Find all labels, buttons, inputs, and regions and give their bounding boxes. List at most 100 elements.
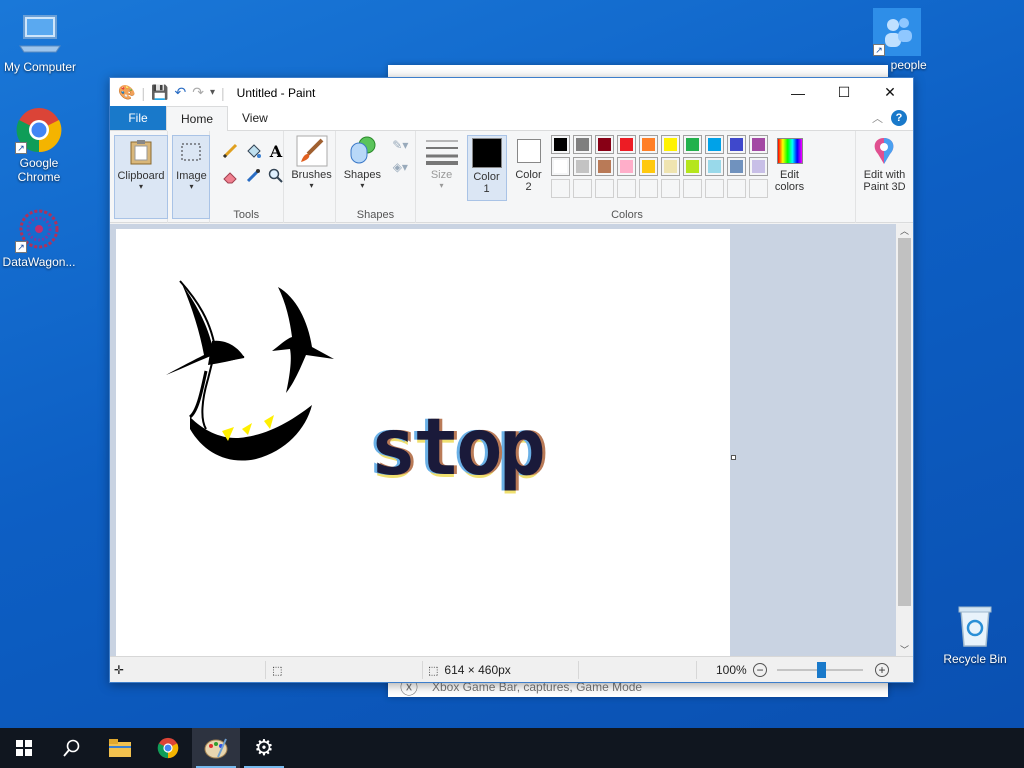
size-button[interactable]: Size ▾ bbox=[422, 135, 462, 201]
settings-icon[interactable]: ⚙ bbox=[240, 728, 288, 768]
zoom-text: 100% bbox=[716, 663, 747, 677]
close-button[interactable]: ✕ bbox=[867, 78, 913, 107]
title-bar[interactable]: 🎨 | 💾 ↶ ↷ ▾ | Untitled - Paint — ☐ ✕ bbox=[110, 78, 913, 107]
palette-custom-slot[interactable] bbox=[660, 179, 680, 198]
palette-swatch[interactable] bbox=[550, 135, 570, 154]
palette-swatch[interactable] bbox=[660, 135, 680, 154]
brushes-button[interactable]: Brushes ▾ bbox=[288, 135, 336, 201]
palette-swatch[interactable] bbox=[748, 157, 768, 176]
undo-icon[interactable]: ↶ bbox=[175, 84, 187, 101]
color-picker-icon[interactable] bbox=[243, 166, 263, 186]
image-select-button[interactable]: Image ▾ bbox=[172, 135, 211, 219]
palette-swatch[interactable] bbox=[550, 157, 570, 176]
tab-file[interactable]: File bbox=[110, 106, 166, 130]
palette-custom-slot[interactable] bbox=[726, 179, 746, 198]
fill-icon[interactable]: ◈▾ bbox=[386, 157, 414, 177]
palette-custom-slot[interactable] bbox=[682, 179, 702, 198]
canvas-resize-handle[interactable] bbox=[731, 455, 736, 460]
divider bbox=[265, 661, 266, 679]
desktop-icon-people[interactable]: ↗ ... people bbox=[857, 8, 937, 72]
scroll-up-icon[interactable]: ︿ bbox=[896, 224, 913, 238]
paint-window[interactable]: 🎨 | 💾 ↶ ↷ ▾ | Untitled - Paint — ☐ ✕ Fil… bbox=[109, 77, 914, 683]
palette-swatch[interactable] bbox=[638, 135, 658, 154]
palette-custom-slot[interactable] bbox=[550, 179, 570, 198]
palette-custom-slot[interactable] bbox=[594, 179, 614, 198]
palette-swatch[interactable] bbox=[572, 135, 592, 154]
palette-custom-slot[interactable] bbox=[638, 179, 658, 198]
palette-swatch[interactable] bbox=[726, 135, 746, 154]
palette-swatch[interactable] bbox=[660, 157, 680, 176]
zoom-in-button[interactable]: + bbox=[875, 657, 889, 683]
palette-swatch[interactable] bbox=[726, 157, 746, 176]
group-paint3d: Edit with Paint 3D bbox=[856, 131, 913, 223]
paint-app-icon[interactable]: 🎨 bbox=[118, 84, 135, 101]
palette-swatch[interactable] bbox=[704, 135, 724, 154]
edit-colors-button[interactable]: Edit colors bbox=[769, 135, 811, 201]
shapes-button[interactable]: Shapes ▾ bbox=[340, 135, 384, 201]
selection-size-icon: ⬚ bbox=[272, 664, 283, 677]
palette-custom-slot[interactable] bbox=[704, 179, 724, 198]
chrome-icon[interactable] bbox=[144, 728, 192, 768]
chevron-down-icon: ▾ bbox=[309, 181, 314, 190]
vertical-scrollbar[interactable]: ︿ ﹀ bbox=[896, 224, 913, 657]
edit-colors-label: Edit colors bbox=[774, 169, 805, 193]
desktop-icon-label: DataWagon... bbox=[2, 255, 76, 269]
color2-swatch-fill bbox=[516, 139, 541, 163]
redo-icon[interactable]: ↷ bbox=[192, 84, 204, 101]
ribbon-tabs: File Home View ︿ ? bbox=[110, 106, 913, 131]
palette-swatch[interactable] bbox=[616, 157, 636, 176]
group-clipboard: Clipboard ▾ bbox=[110, 131, 169, 223]
group-brushes: Brushes ▾ bbox=[284, 131, 337, 223]
customize-qa-chevron-icon[interactable]: ▾ bbox=[210, 87, 215, 98]
monitor-icon bbox=[16, 10, 64, 58]
clipboard-button[interactable]: Clipboard ▾ bbox=[114, 135, 168, 219]
paint-icon[interactable] bbox=[192, 728, 240, 768]
palette-swatch[interactable] bbox=[594, 135, 614, 154]
maximize-button[interactable]: ☐ bbox=[821, 78, 867, 107]
people-icon: ↗ bbox=[873, 8, 921, 56]
desktop-icon-google-chrome[interactable]: ↗ Google Chrome bbox=[0, 106, 79, 184]
search-icon[interactable] bbox=[48, 728, 96, 768]
windows-start-icon[interactable] bbox=[0, 728, 48, 768]
canvas-workspace[interactable]: stop ︿ ﹀ bbox=[110, 224, 913, 657]
file-explorer-icon[interactable] bbox=[96, 728, 144, 768]
palette-custom-slot[interactable] bbox=[748, 179, 768, 198]
palette-swatch[interactable] bbox=[748, 135, 768, 154]
swatch-fill bbox=[575, 138, 589, 151]
color2-button[interactable]: Color 2 bbox=[509, 135, 549, 201]
swatch-fill bbox=[751, 160, 765, 173]
chrome-icon: ↗ bbox=[15, 106, 63, 154]
minimize-button[interactable]: — bbox=[775, 78, 821, 107]
palette-custom-slot[interactable] bbox=[616, 179, 636, 198]
eraser-icon[interactable] bbox=[220, 166, 240, 186]
palette-custom-slot[interactable] bbox=[572, 179, 592, 198]
palette-swatch[interactable] bbox=[682, 157, 702, 176]
color1-button[interactable]: Color 1 bbox=[466, 135, 507, 201]
desktop-icon-datawagon[interactable]: ↗ DataWagon... bbox=[0, 205, 79, 269]
palette-swatch[interactable] bbox=[616, 135, 636, 154]
palette-swatch[interactable] bbox=[704, 157, 724, 176]
palette-swatch[interactable] bbox=[638, 157, 658, 176]
swatch-fill bbox=[663, 138, 677, 151]
edit-with-paint3d-button[interactable]: Edit with Paint 3D bbox=[856, 135, 912, 201]
save-icon[interactable]: 💾 bbox=[151, 84, 168, 101]
outline-icon[interactable]: ✎▾ bbox=[386, 135, 414, 155]
collapse-ribbon-chevron-icon[interactable]: ︿ bbox=[872, 110, 883, 126]
zoom-slider-thumb[interactable] bbox=[817, 662, 826, 678]
tab-home[interactable]: Home bbox=[166, 106, 229, 131]
scroll-down-icon[interactable]: ﹀ bbox=[896, 643, 913, 657]
palette-swatch[interactable] bbox=[682, 135, 702, 154]
palette-swatch[interactable] bbox=[572, 157, 592, 176]
zoom-out-button[interactable]: − bbox=[753, 657, 767, 683]
drawing-canvas[interactable]: stop bbox=[116, 229, 736, 657]
desktop-icon-recycle-bin[interactable]: Recycle Bin bbox=[935, 602, 1015, 666]
fill-bucket-icon[interactable] bbox=[243, 141, 263, 161]
help-icon[interactable]: ? bbox=[891, 110, 907, 126]
tab-view[interactable]: View bbox=[228, 106, 282, 130]
selection-size: ⬚ bbox=[272, 657, 282, 683]
scrollbar-thumb[interactable] bbox=[898, 238, 911, 606]
swatch-fill bbox=[641, 160, 655, 173]
desktop-icon-my-computer[interactable]: My Computer bbox=[0, 10, 80, 74]
pencil-icon[interactable] bbox=[220, 141, 240, 161]
palette-swatch[interactable] bbox=[594, 157, 614, 176]
